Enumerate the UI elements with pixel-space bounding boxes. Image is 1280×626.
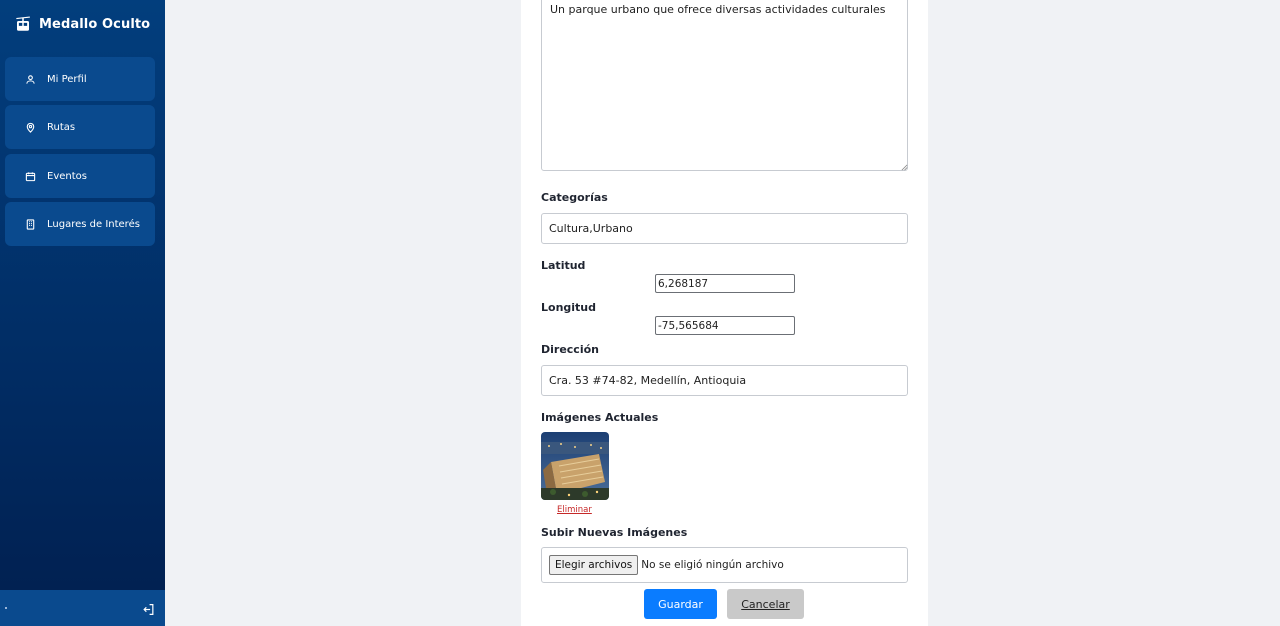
latitude-input[interactable]: 6,268187 xyxy=(655,274,795,293)
address-label: Dirección xyxy=(541,343,599,356)
sidebar-item-label: Eventos xyxy=(47,170,87,182)
sidebar-item-eventos[interactable]: Eventos xyxy=(5,154,155,198)
latitude-label: Latitud xyxy=(541,259,586,272)
cable-car-icon xyxy=(16,16,30,31)
resize-grip-icon[interactable] xyxy=(901,164,908,171)
sidebar-item-label: Lugares de Interés xyxy=(47,218,140,230)
sidebar: Medallo Oculto Mi Perfil Rutas Eventos L… xyxy=(0,0,165,626)
app-title: Medallo Oculto xyxy=(39,16,151,32)
current-images-label: Imágenes Actuales xyxy=(541,411,659,424)
calendar-icon xyxy=(24,170,36,182)
brand[interactable]: Medallo Oculto xyxy=(14,14,150,34)
current-image-thumbnail xyxy=(541,432,609,500)
footer-dot xyxy=(5,607,7,609)
longitude-input[interactable]: -75,565684 xyxy=(655,316,795,335)
logout-icon[interactable] xyxy=(142,603,155,616)
description-textarea[interactable]: Un parque urbano que ofrece diversas act… xyxy=(541,0,908,171)
file-status-text: No se eligió ningún archivo xyxy=(641,559,784,571)
building-icon xyxy=(24,218,36,230)
sidebar-item-label: Rutas xyxy=(47,121,76,133)
edit-place-form: Un parque urbano que ofrece diversas act… xyxy=(521,0,928,626)
categories-label: Categorías xyxy=(541,191,608,204)
choose-files-button[interactable]: Elegir archivos xyxy=(549,555,639,575)
categories-input[interactable]: Cultura,Urbano xyxy=(541,213,908,244)
longitude-label: Longitud xyxy=(541,301,597,314)
save-button[interactable]: Guardar xyxy=(644,589,717,619)
sidebar-item-rutas[interactable]: Rutas xyxy=(5,105,155,149)
sidebar-item-mi-perfil[interactable]: Mi Perfil xyxy=(5,57,155,101)
sidebar-footer xyxy=(0,590,165,626)
file-upload-field[interactable]: Elegir archivos No se eligió ningún arch… xyxy=(541,547,908,583)
address-input[interactable]: Cra. 53 #74-82, Medellín, Antioquia xyxy=(541,365,908,396)
map-pin-icon xyxy=(24,121,36,133)
cancel-button[interactable]: Cancelar xyxy=(727,589,804,619)
remove-image-link[interactable]: Eliminar xyxy=(557,505,592,515)
upload-images-label: Subir Nuevas Imágenes xyxy=(541,526,688,539)
user-icon xyxy=(24,73,36,85)
sidebar-item-label: Mi Perfil xyxy=(47,73,87,85)
sidebar-item-lugares-de-interes[interactable]: Lugares de Interés xyxy=(5,202,155,246)
